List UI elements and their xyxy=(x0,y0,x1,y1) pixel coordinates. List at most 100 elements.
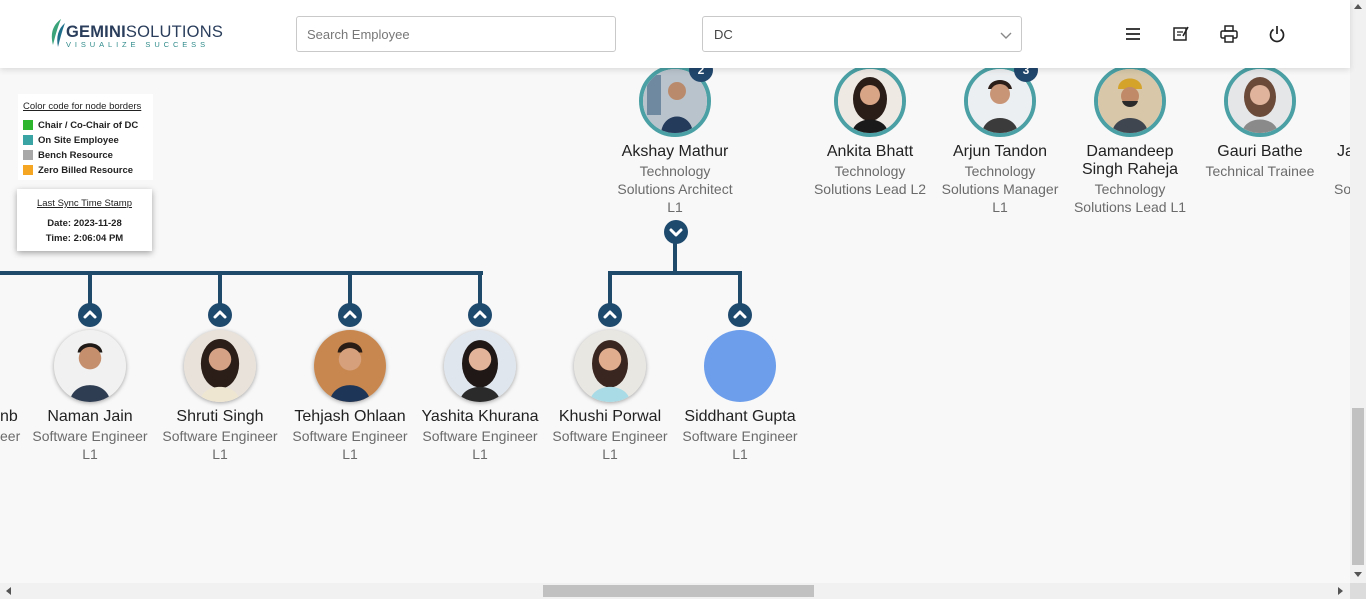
employee-node[interactable]: Shruti Singh Software Engineer L1 xyxy=(155,330,285,465)
chevron-up-icon xyxy=(733,310,747,319)
scrollbar-corner xyxy=(1350,583,1366,599)
connector-line xyxy=(218,271,222,307)
connector-line xyxy=(0,271,483,275)
scroll-left-icon[interactable] xyxy=(5,587,11,595)
vertical-scroll-thumb[interactable] xyxy=(1352,408,1364,565)
avatar xyxy=(1224,65,1296,137)
logo-tagline: VISUALIZE SUCCESS xyxy=(66,40,209,49)
chevron-up-icon xyxy=(213,310,227,319)
employee-node[interactable]: 2 Akshay Mathur Technology Solutions Arc… xyxy=(610,58,740,225)
employee-level: L1 xyxy=(667,199,683,215)
employee-node[interactable]: Siddhant Gupta Software Engineer L1 xyxy=(675,330,805,465)
employee-level: L1 xyxy=(472,446,488,462)
legend-swatch xyxy=(23,150,33,160)
collapse-toggle[interactable] xyxy=(208,303,232,327)
employee-department: Technology xyxy=(639,163,711,179)
sync-date: Date: 2023-11-28 xyxy=(47,218,122,229)
connector-line xyxy=(608,271,612,307)
connector-line xyxy=(348,271,352,307)
employee-name: Tehjash Ohlaan xyxy=(294,408,406,425)
legend-swatch xyxy=(23,120,33,130)
connector-line xyxy=(738,271,742,307)
sync-time: Time: 2:06:04 PM xyxy=(45,233,124,244)
employee-level: L1 xyxy=(992,199,1008,215)
connector-line xyxy=(673,243,677,273)
collapse-toggle[interactable] xyxy=(598,303,622,327)
employee-designation: Software Engineer xyxy=(32,428,148,444)
horizontal-scrollbar[interactable] xyxy=(0,583,1350,599)
employee-department: Technology xyxy=(1094,181,1166,197)
connector-line xyxy=(608,271,742,275)
employee-name: Gauri Bathe xyxy=(1217,143,1303,160)
employee-name: Siddhant Gupta xyxy=(684,408,796,425)
employee-designation: Software Engineer xyxy=(682,428,798,444)
employee-name: Arjun Tandon xyxy=(953,143,1047,160)
employee-level: L1 xyxy=(602,446,618,462)
employee-name-line-2: Singh Raheja xyxy=(1081,161,1179,178)
legend-swatch xyxy=(23,165,33,175)
employee-node[interactable]: Damandeep Singh Raheja Technology Soluti… xyxy=(1065,65,1195,225)
dc-dropdown[interactable]: DC xyxy=(702,16,1022,52)
scroll-right-icon[interactable] xyxy=(1338,587,1344,595)
border-color-legend: Color code for node borders Chair / Co-C… xyxy=(18,94,153,180)
print-icon[interactable] xyxy=(1219,24,1239,44)
employee-department: Technology xyxy=(964,163,1036,179)
employee-node[interactable]: Naman Jain Software Engineer L1 xyxy=(25,330,155,465)
legend-swatch xyxy=(23,135,33,145)
avatar xyxy=(184,330,256,402)
scroll-up-icon[interactable] xyxy=(1354,3,1362,9)
employee-node[interactable]: Yashita Khurana Software Engineer L1 xyxy=(415,330,545,465)
employee-designation: Software Engineer xyxy=(552,428,668,444)
avatar xyxy=(834,65,906,137)
employee-designation: Solutions Manager xyxy=(941,181,1059,197)
horizontal-scroll-thumb[interactable] xyxy=(543,585,814,597)
collapse-toggle[interactable] xyxy=(78,303,102,327)
leaf-logo-icon xyxy=(51,19,65,47)
employee-name: Ankita Bhatt xyxy=(826,143,914,160)
power-icon[interactable] xyxy=(1267,24,1287,44)
chevron-up-icon xyxy=(83,310,97,319)
employee-designation: Software Engineer xyxy=(162,428,278,444)
employee-level: L1 xyxy=(82,446,98,462)
connector-line xyxy=(478,271,482,307)
employee-department: Technology xyxy=(834,163,906,179)
employee-designation: Solutions Lead L2 xyxy=(813,181,927,197)
employee-name: Naman Jain xyxy=(47,408,133,425)
collapse-toggle[interactable] xyxy=(728,303,752,327)
legend-title: Color code for node borders xyxy=(23,101,142,112)
chevron-up-icon xyxy=(343,310,357,319)
employee-name-partial: nb xyxy=(0,408,18,425)
avatar xyxy=(1094,65,1166,137)
sync-title: Last Sync Time Stamp xyxy=(36,198,133,209)
employee-designation: Solutions Architect xyxy=(617,181,733,197)
avatar xyxy=(574,330,646,402)
chevron-up-icon xyxy=(473,310,487,319)
employee-level: L1 xyxy=(342,446,358,462)
vertical-scrollbar[interactable] xyxy=(1350,0,1366,583)
employee-node[interactable]: Gauri Bathe Technical Trainee xyxy=(1195,65,1325,185)
chevron-up-icon xyxy=(603,310,617,319)
employee-node[interactable]: 3 Arjun Tandon Technology Solutions Mana… xyxy=(935,58,1065,225)
scroll-down-icon[interactable] xyxy=(1354,572,1362,578)
collapse-toggle[interactable] xyxy=(468,303,492,327)
employee-node[interactable]: Ankita Bhatt Technology Solutions Lead L… xyxy=(805,65,935,205)
avatar xyxy=(444,330,516,402)
notes-icon[interactable] xyxy=(1171,24,1191,44)
employee-name: Yashita Khurana xyxy=(421,408,539,425)
avatar xyxy=(54,330,126,402)
collapse-toggle[interactable] xyxy=(338,303,362,327)
employee-designation: Technical Trainee xyxy=(1205,163,1315,179)
company-logo[interactable]: GEMINISOLUTIONS VISUALIZE SUCCESS xyxy=(47,17,223,51)
employee-level: L1 xyxy=(732,446,748,462)
top-header: GEMINISOLUTIONS VISUALIZE SUCCESS DC xyxy=(0,0,1350,68)
chevron-down-icon xyxy=(1000,32,1012,39)
employee-designation: Solutions Lead L1 xyxy=(1073,199,1187,215)
employee-node[interactable]: Khushi Porwal Software Engineer L1 xyxy=(545,330,675,465)
employee-designation-partial: eer xyxy=(0,428,21,444)
avatar-placeholder xyxy=(704,330,776,402)
search-employee-input[interactable] xyxy=(296,16,616,52)
avatar xyxy=(314,330,386,402)
last-sync-card: Last Sync Time Stamp Date: 2023-11-28 Ti… xyxy=(17,189,152,251)
menu-icon[interactable] xyxy=(1123,24,1143,44)
employee-node[interactable]: Tehjash Ohlaan Software Engineer L1 xyxy=(285,330,415,465)
